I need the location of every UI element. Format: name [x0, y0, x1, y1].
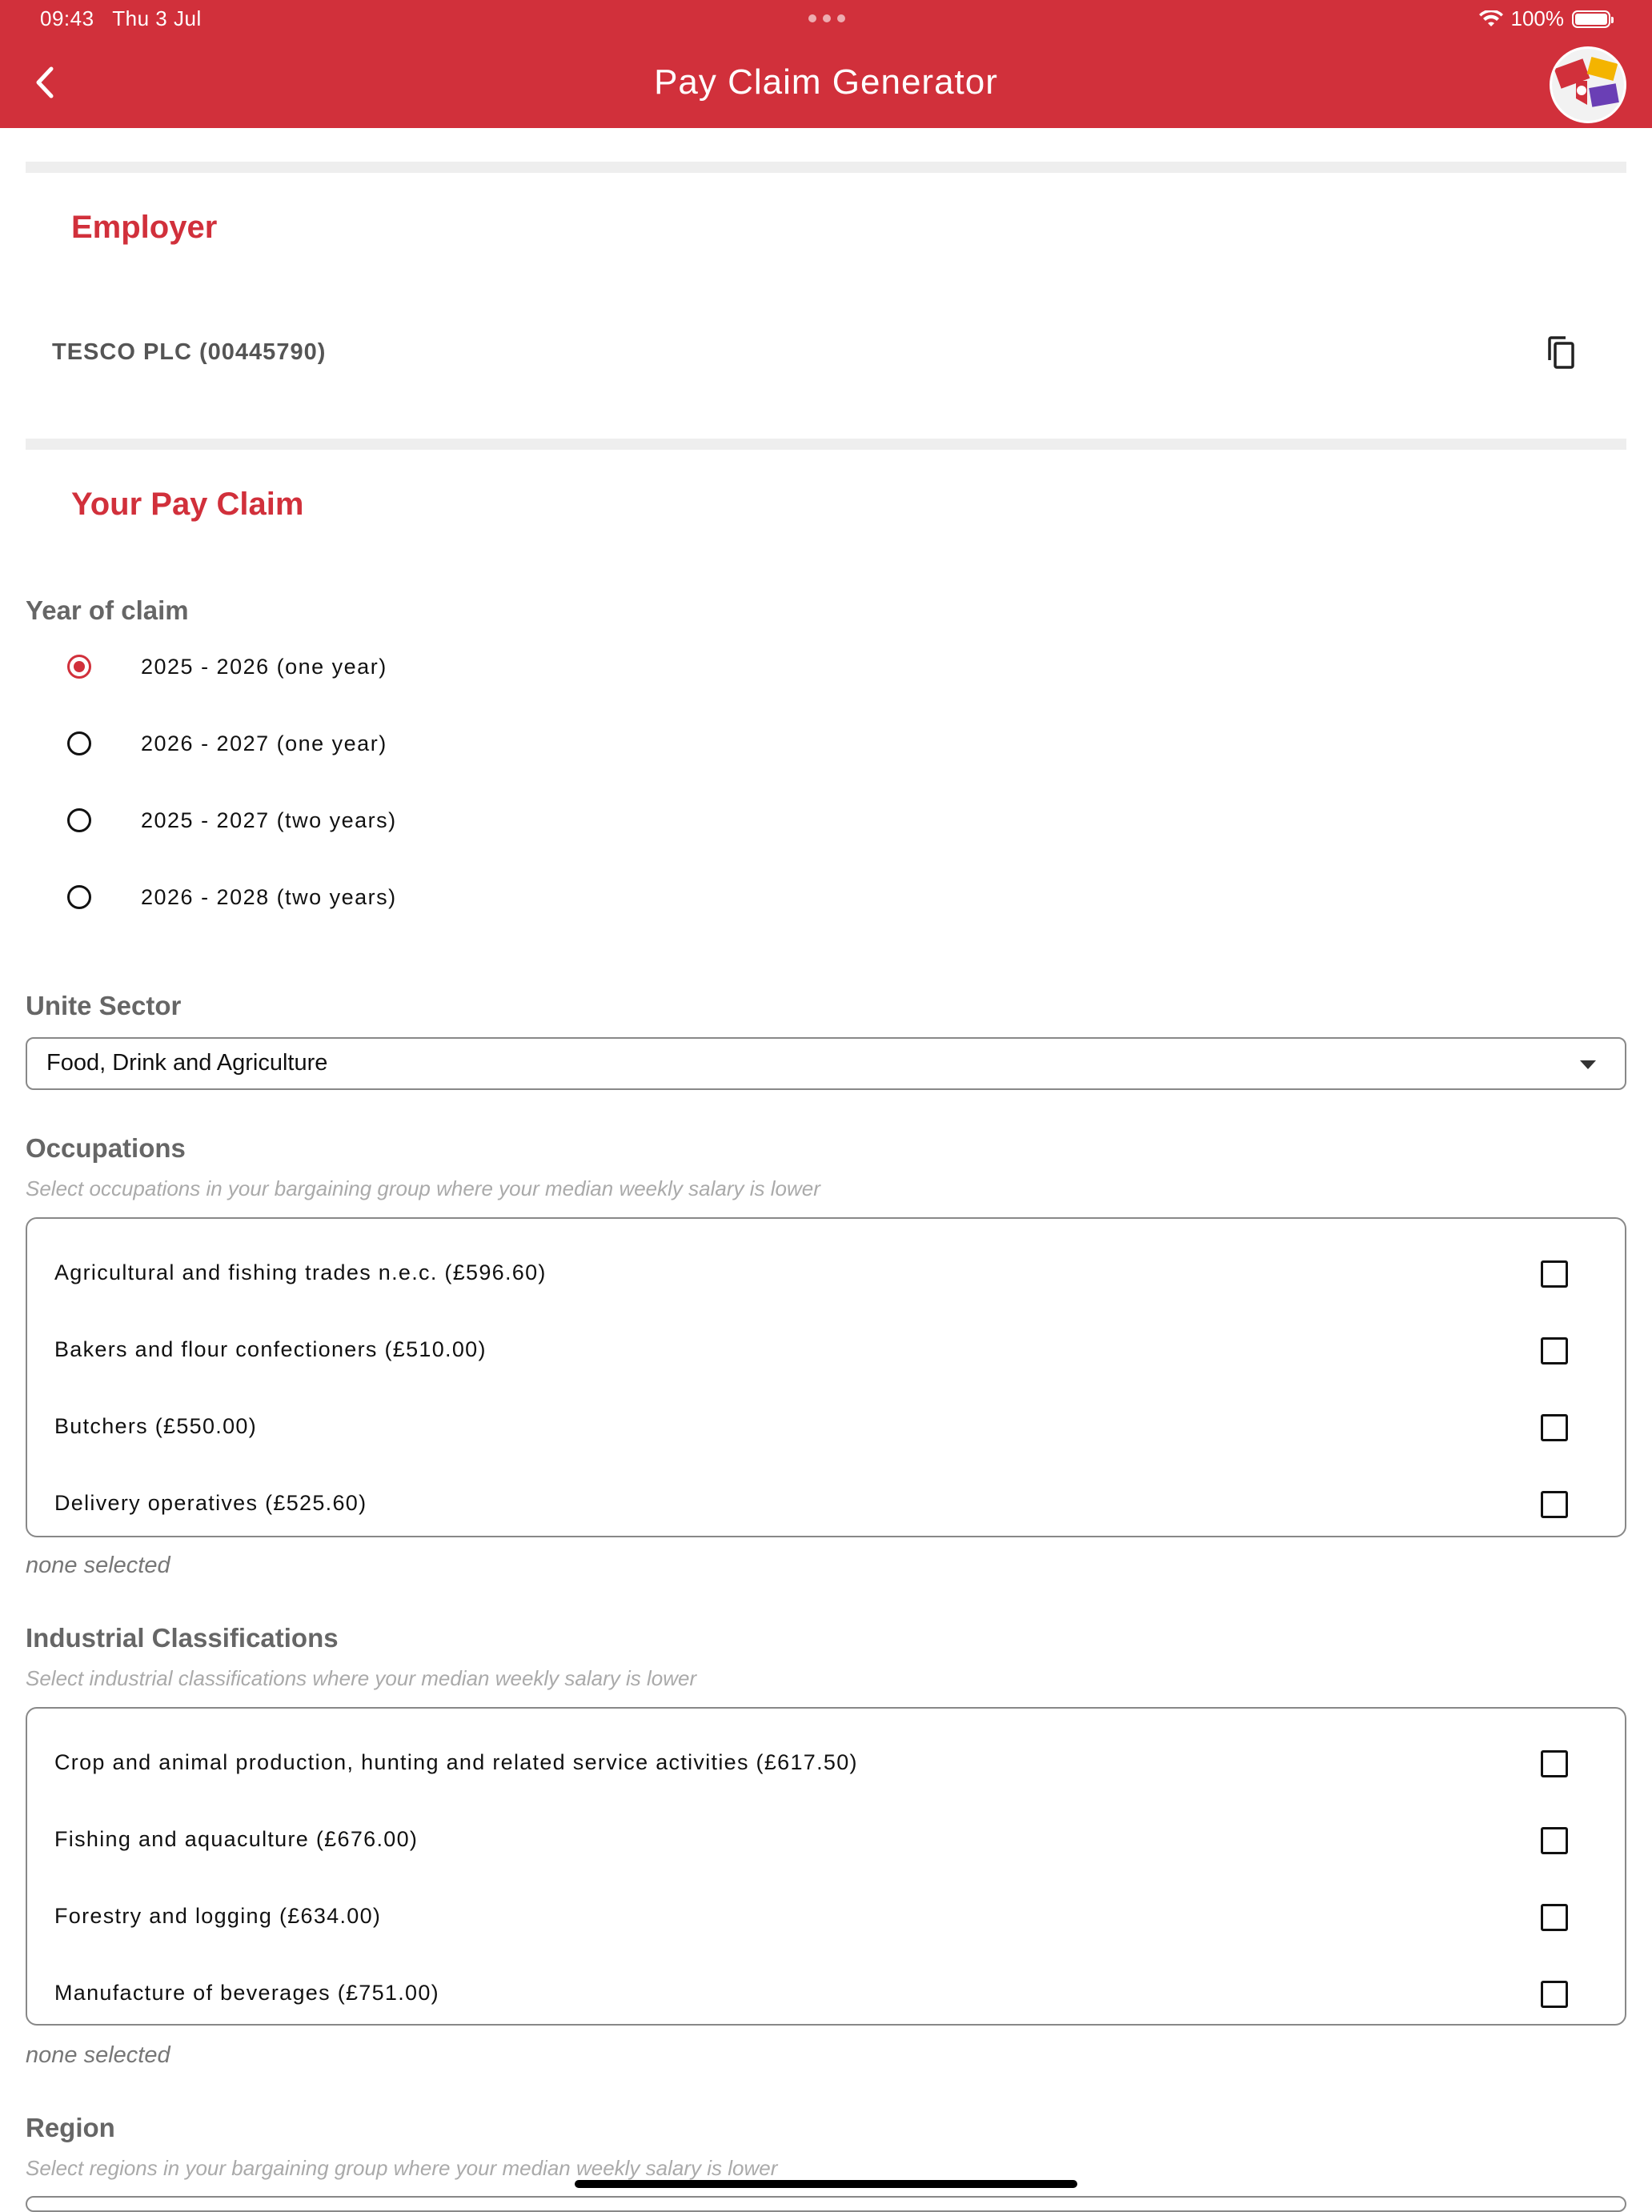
industrial-classifications-label: Industrial Classifications: [26, 1623, 339, 1653]
copy-button[interactable]: [1543, 335, 1578, 371]
industrial-classification-item[interactable]: Forestry and logging (£634.00): [27, 1889, 1625, 1946]
radio-unselected-icon[interactable]: [67, 885, 91, 909]
industrial-classification-label: Crop and animal production, hunting and …: [54, 1750, 858, 1774]
region-list: [26, 2196, 1626, 2212]
employer-name: TESCO PLC (00445790): [52, 339, 327, 365]
industrial-classifications-list: Crop and animal production, hunting and …: [26, 1707, 1626, 2026]
app-header: 09:43 Thu 3 Jul 100% Pay Claim Generator: [0, 0, 1652, 128]
industrial-selection-status: none selected: [26, 2042, 170, 2068]
checkbox[interactable]: [1541, 1750, 1568, 1777]
occupation-item[interactable]: Butchers (£550.00): [27, 1400, 1625, 1456]
year-option-2026-2027[interactable]: 2026 - 2027 (one year): [67, 723, 387, 763]
home-indicator[interactable]: [575, 2180, 1077, 2188]
region-label: Region: [26, 2113, 115, 2142]
industrial-classification-label: Forestry and logging (£634.00): [54, 1904, 382, 1928]
industrial-classification-label: Manufacture of beverages (£751.00): [54, 1981, 439, 2005]
caret-down-icon: [1580, 1060, 1596, 1069]
battery-percent: 100%: [1510, 6, 1565, 30]
status-time: 09:43 Thu 3 Jul: [40, 6, 202, 31]
industrial-classification-item[interactable]: Crop and animal production, hunting and …: [27, 1736, 1625, 1792]
occupation-item[interactable]: Agricultural and fishing trades n.e.c. (…: [27, 1246, 1625, 1302]
year-option-2025-2026[interactable]: 2025 - 2026 (one year): [67, 647, 387, 687]
year-option-label: 2025 - 2027 (two years): [141, 807, 397, 832]
section-divider: [26, 162, 1626, 173]
employer-section-title: Employer: [71, 210, 218, 245]
checkbox[interactable]: [1541, 1981, 1568, 2008]
occupations-list: Agricultural and fishing trades n.e.c. (…: [26, 1217, 1626, 1537]
occupation-item[interactable]: Delivery operatives (£525.60): [27, 1477, 1625, 1533]
unite-sector-select[interactable]: Food, Drink and Agriculture: [26, 1037, 1626, 1090]
pay-claim-section-title: Your Pay Claim: [71, 487, 304, 522]
year-option-2026-2028[interactable]: 2026 - 2028 (two years): [67, 877, 397, 917]
battery-icon: [1572, 10, 1614, 28]
unite-sector-label: Unite Sector: [26, 991, 182, 1020]
multitasking-dots-icon[interactable]: [808, 14, 845, 22]
year-option-2025-2027[interactable]: 2025 - 2027 (two years): [67, 800, 397, 840]
occupation-label: Bakers and flour confectioners (£510.00): [54, 1337, 487, 1361]
page-title: Pay Claim Generator: [654, 62, 998, 102]
copy-icon: [1548, 336, 1574, 369]
checkbox[interactable]: [1541, 1827, 1568, 1854]
occupation-label: Butchers (£550.00): [54, 1414, 258, 1438]
checkbox[interactable]: [1541, 1904, 1568, 1931]
unite-sector-value: Food, Drink and Agriculture: [46, 1050, 328, 1076]
year-option-label: 2026 - 2028 (two years): [141, 884, 397, 909]
section-divider: [26, 439, 1626, 450]
checkbox[interactable]: [1541, 1491, 1568, 1518]
radio-unselected-icon[interactable]: [67, 808, 91, 832]
region-hint: Select regions in your bargaining group …: [26, 2156, 778, 2180]
checkbox[interactable]: [1541, 1414, 1568, 1441]
status-clock: 09:43: [40, 6, 94, 30]
industrial-classification-item[interactable]: Manufacture of beverages (£751.00): [27, 1966, 1625, 2022]
checkbox[interactable]: [1541, 1337, 1568, 1364]
occupation-label: Agricultural and fishing trades n.e.c. (…: [54, 1260, 547, 1284]
radio-unselected-icon[interactable]: [67, 731, 91, 755]
wifi-icon: [1478, 10, 1503, 26]
occupations-hint: Select occupations in your bargaining gr…: [26, 1176, 820, 1200]
year-option-label: 2026 - 2027 (one year): [141, 731, 387, 755]
status-date: Thu 3 Jul: [112, 6, 202, 30]
year-of-claim-label: Year of claim: [26, 595, 189, 625]
occupation-item[interactable]: Bakers and flour confectioners (£510.00): [27, 1323, 1625, 1379]
industrial-classifications-hint: Select industrial classifications where …: [26, 1666, 697, 1690]
unite-logo-icon: [1552, 49, 1624, 121]
occupations-selection-status: none selected: [26, 1553, 170, 1578]
app-logo-avatar[interactable]: [1550, 46, 1626, 123]
industrial-classification-label: Fishing and aquaculture (£676.00): [54, 1827, 419, 1851]
radio-selected-icon[interactable]: [67, 655, 91, 679]
industrial-classification-item[interactable]: Fishing and aquaculture (£676.00): [27, 1813, 1625, 1869]
status-indicators: 100%: [1478, 6, 1614, 31]
occupations-label: Occupations: [26, 1133, 186, 1163]
year-option-label: 2025 - 2026 (one year): [141, 654, 387, 679]
checkbox[interactable]: [1541, 1260, 1568, 1288]
occupation-label: Delivery operatives (£525.60): [54, 1491, 367, 1515]
